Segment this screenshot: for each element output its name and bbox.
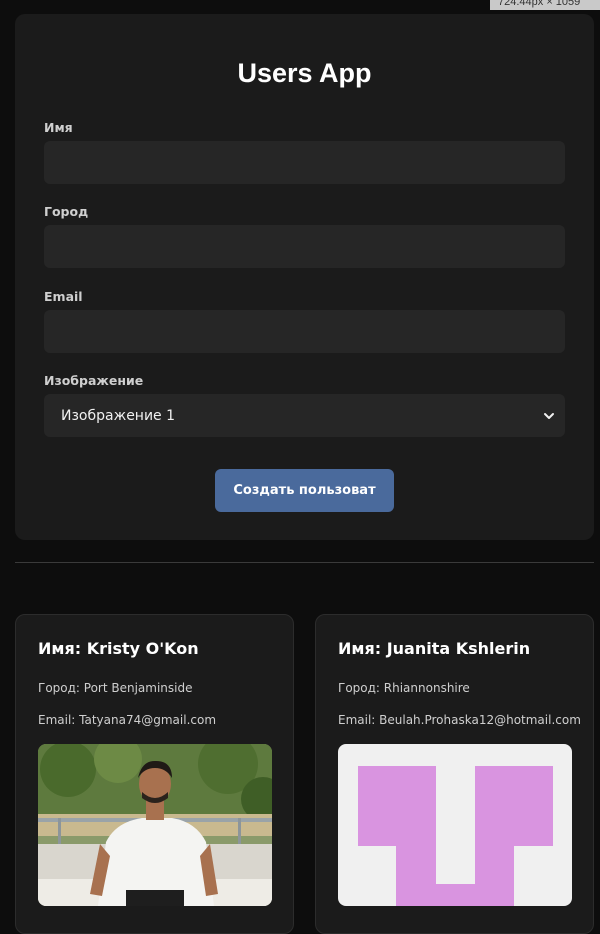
user-photo xyxy=(38,744,272,906)
user-card: Имя: Kristy O'Kon Город: Port Benjaminsi… xyxy=(15,614,294,934)
name-input[interactable] xyxy=(44,141,565,184)
app-title: Users App xyxy=(237,58,372,88)
user-name: Имя: Juanita Kshlerin xyxy=(338,639,531,658)
create-user-button[interactable]: Создать пользоват xyxy=(215,469,394,512)
user-email: Email: Beulah.Prohaska12@hotmail.com xyxy=(338,713,581,727)
user-city: Город: Rhiannonshire xyxy=(338,681,470,695)
name-label: Имя xyxy=(44,120,73,135)
user-email: Email: Tatyana74@gmail.com xyxy=(38,713,217,727)
dimensions-tooltip: 724.44px × 1059 xyxy=(490,0,600,10)
image-label: Изображение xyxy=(44,373,144,388)
city-label: Город xyxy=(44,204,89,219)
user-photo xyxy=(338,744,572,906)
create-user-form: Users App Имя Город Email Изображение Из… xyxy=(15,14,594,540)
email-label: Email xyxy=(44,289,83,304)
email-input[interactable] xyxy=(44,310,565,353)
user-card: Имя: Juanita Kshlerin Город: Rhiannonshi… xyxy=(315,614,594,934)
person-photo-illustration xyxy=(38,744,272,906)
user-city: Город: Port Benjaminside xyxy=(38,681,193,695)
image-select-value: Изображение 1 xyxy=(61,407,176,424)
section-divider xyxy=(15,562,594,563)
chevron-down-icon xyxy=(544,412,554,419)
pink-letter-graphic xyxy=(338,744,572,906)
user-name: Имя: Kristy O'Kon xyxy=(38,639,199,658)
image-select[interactable]: Изображение 1 xyxy=(44,394,565,437)
city-input[interactable] xyxy=(44,225,565,268)
